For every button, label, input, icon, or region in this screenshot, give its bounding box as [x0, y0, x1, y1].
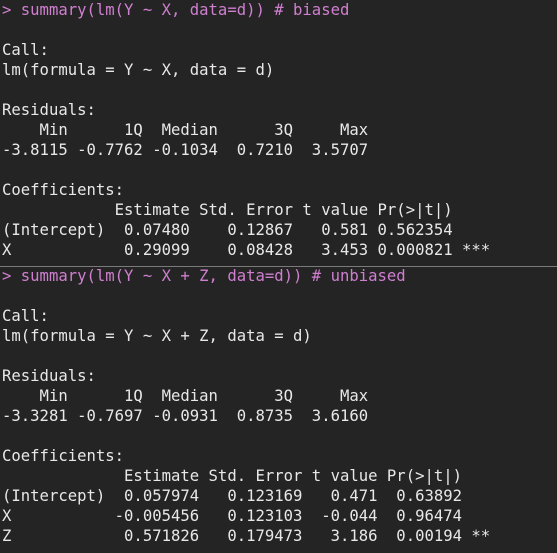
coefficients-header: Estimate Std. Error t value Pr(>|t|)	[2, 201, 491, 219]
coefficients-label: Coefficients:	[2, 181, 125, 199]
residuals-values: -3.8115 -0.7762 -0.1034 0.7210 3.5707	[2, 141, 378, 159]
residuals-label: Residuals:	[2, 367, 96, 385]
call-formula: lm(formula = Y ~ X + Z, data = d)	[2, 327, 312, 345]
residuals-header: Min 1Q Median 3Q Max	[2, 387, 378, 405]
residuals-label: Residuals:	[2, 101, 96, 119]
coefficient-row-x: X -0.005456 0.123103 -0.044 0.96474	[2, 507, 491, 525]
call-formula: lm(formula = Y ~ X, data = d)	[2, 61, 275, 79]
residuals-header: Min 1Q Median 3Q Max	[2, 121, 378, 139]
command-line: > summary(lm(Y ~ X, data=d)) # biased	[2, 1, 350, 19]
call-label: Call:	[2, 41, 49, 59]
residuals-values: -3.3281 -0.7697 -0.0931 0.8735 3.6160	[2, 407, 378, 425]
command-line: > summary(lm(Y ~ X + Z, data=d)) # unbia…	[2, 267, 406, 285]
coefficient-row-intercept: (Intercept) 0.07480 0.12867 0.581 0.5623…	[2, 221, 491, 239]
coefficients-header: Estimate Std. Error t value Pr(>|t|)	[2, 467, 491, 485]
coefficient-row-z: Z 0.571826 0.179473 3.186 0.00194 **	[2, 527, 491, 545]
coefficients-label: Coefficients:	[2, 447, 125, 465]
coefficient-row-intercept: (Intercept) 0.057974 0.123169 0.471 0.63…	[2, 487, 491, 505]
r-console[interactable]: > summary(lm(Y ~ X, data=d)) # biased Ca…	[0, 0, 557, 553]
coefficient-row-x: X 0.29099 0.08428 3.453 0.000821 ***	[2, 241, 491, 259]
call-label: Call:	[2, 307, 49, 325]
